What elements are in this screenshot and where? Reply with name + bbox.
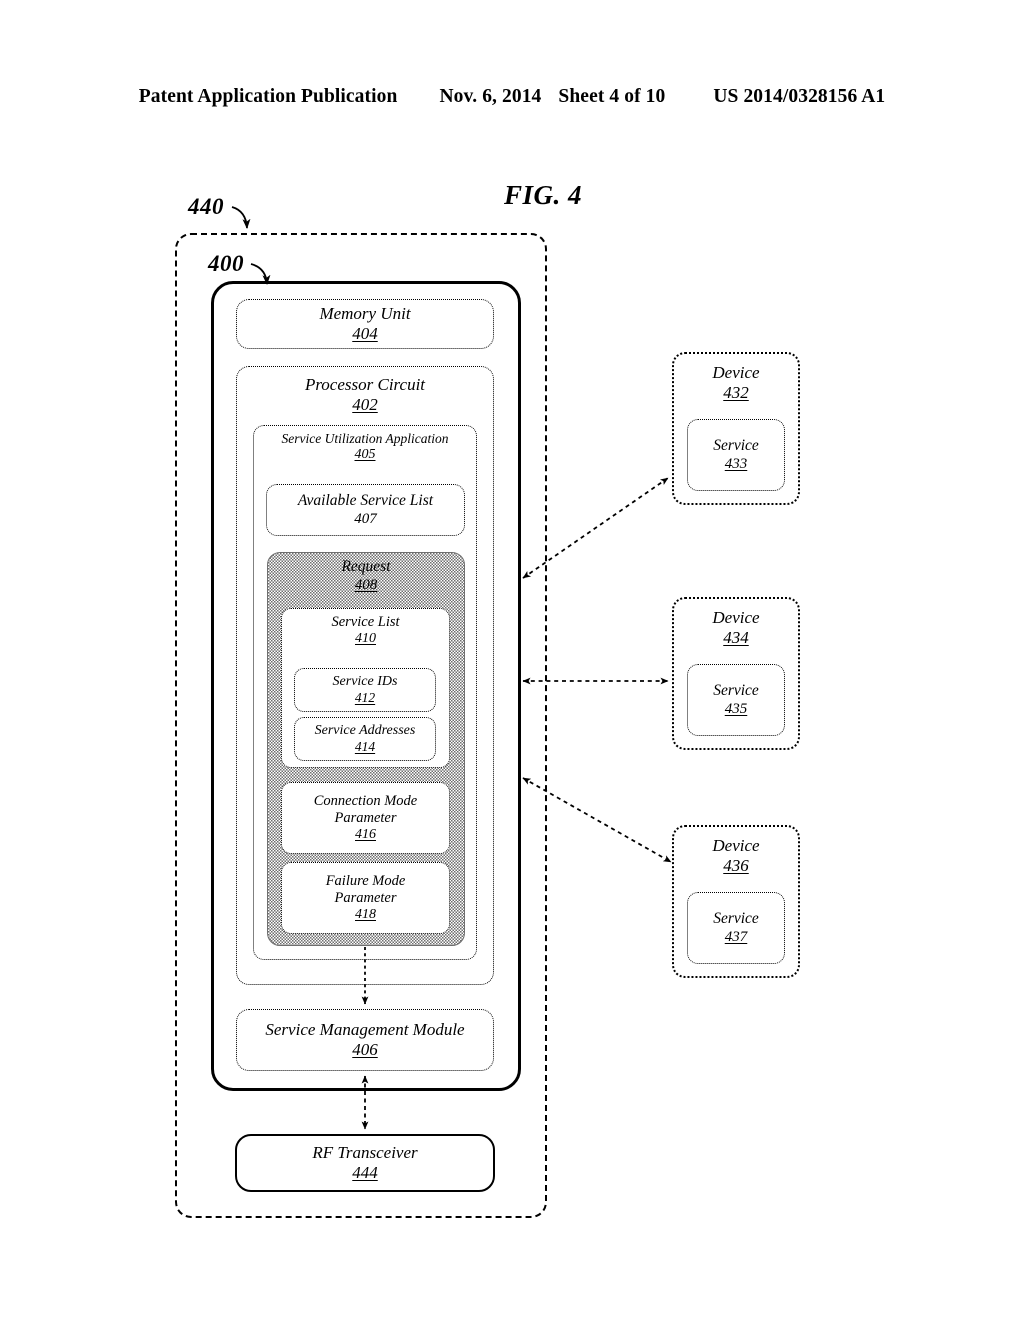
publication-title: Patent Application Publication — [138, 86, 398, 107]
service-ids-label: Service IDs — [332, 673, 398, 689]
available-service-list-label: Available Service List — [297, 491, 434, 509]
device-432-label: Device — [712, 363, 760, 382]
memory-unit-block: Memory Unit 404 — [236, 299, 494, 349]
figure-title: FIG. 4 — [504, 180, 583, 210]
request-label: Request — [341, 558, 391, 575]
service-addresses-block: Service Addresses 414 — [294, 717, 436, 761]
connection-mode-parameter-ref: 416 — [355, 826, 376, 842]
service-addresses-ref: 414 — [354, 739, 376, 755]
service-management-module-block: Service Management Module 406 — [236, 1009, 494, 1071]
memory-unit-label: Memory Unit — [319, 303, 411, 323]
service-utilization-application-label: Service Utilization Application — [281, 431, 449, 446]
failure-mode-parameter-label-line1: Failure Mode — [325, 872, 406, 889]
processor-circuit-ref: 402 — [352, 394, 378, 414]
failure-mode-parameter-label-line2: Parameter — [334, 889, 397, 906]
service-ids-block: Service IDs 412 — [294, 668, 436, 712]
connection-mode-parameter-label-line1: Connection Mode — [313, 792, 418, 809]
device-436-ref: 436 — [723, 855, 749, 875]
failure-mode-parameter-block: Failure Mode Parameter 418 — [281, 862, 450, 934]
request-ref: 408 — [354, 577, 378, 594]
service-management-module-ref: 406 — [352, 1039, 378, 1059]
rf-transceiver-ref: 444 — [352, 1162, 378, 1182]
connection-mode-parameter-block: Connection Mode Parameter 416 — [281, 782, 450, 854]
service-list-ref: 410 — [355, 630, 376, 646]
service-ids-ref: 412 — [354, 690, 376, 706]
device-436-label: Device — [712, 836, 760, 855]
rf-transceiver-label: RF Transceiver — [312, 1142, 418, 1162]
service-435-block: Service 435 — [687, 664, 785, 736]
callout-440: 440 — [188, 194, 224, 219]
service-435-ref: 435 — [724, 700, 748, 717]
processor-circuit-label: Processor Circuit — [304, 375, 426, 394]
device-432-ref: 432 — [723, 382, 749, 402]
device-434-label: Device — [712, 608, 760, 627]
rf-transceiver-block: RF Transceiver 444 — [235, 1134, 495, 1192]
service-utilization-application-ref: 405 — [354, 446, 376, 462]
memory-unit-ref: 404 — [352, 323, 378, 343]
sheet-number: Sheet 4 of 10 — [558, 86, 666, 107]
publication-date: Nov. 6, 2014 — [439, 86, 542, 107]
service-437-ref: 437 — [724, 928, 748, 945]
service-437-label: Service — [713, 910, 759, 928]
service-management-module-label: Service Management Module — [265, 1019, 465, 1039]
service-433-ref: 433 — [724, 455, 748, 472]
service-addresses-label: Service Addresses — [314, 722, 416, 738]
service-437-block: Service 437 — [687, 892, 785, 964]
publication-number: US 2014/0328156 A1 — [713, 86, 886, 107]
device-434-ref: 434 — [723, 627, 749, 647]
publication-header: Patent Application Publication Nov. 6, 2… — [0, 86, 1024, 108]
service-433-label: Service — [713, 437, 759, 455]
service-list-label: Service List — [331, 614, 400, 630]
connection-mode-parameter-label-line2: Parameter — [334, 809, 397, 826]
available-service-list-block: Available Service List 407 — [266, 484, 465, 536]
service-433-block: Service 433 — [687, 419, 785, 491]
available-service-list-ref: 407 — [354, 511, 377, 528]
leader-line-440 — [231, 206, 251, 229]
failure-mode-parameter-ref: 418 — [355, 906, 376, 922]
service-435-label: Service — [713, 682, 759, 700]
